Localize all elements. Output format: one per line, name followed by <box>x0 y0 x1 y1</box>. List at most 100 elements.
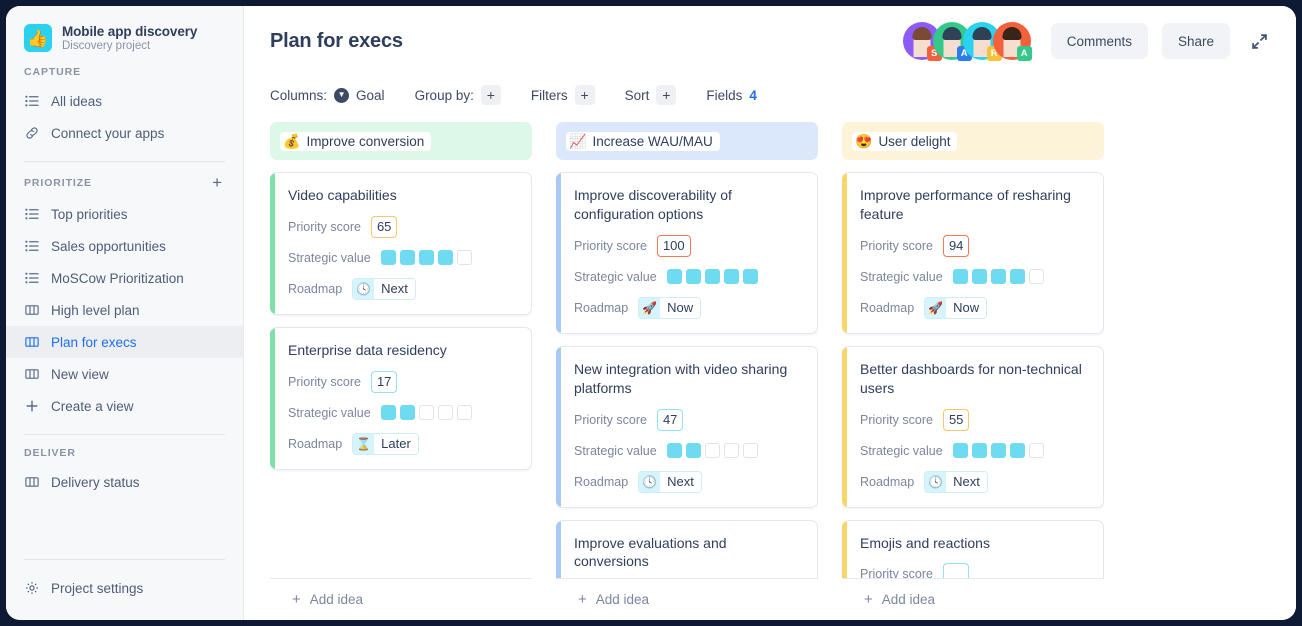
strategic-value-box[interactable] <box>1029 269 1044 284</box>
strategic-value-boxes[interactable] <box>381 250 472 265</box>
strategic-value-box[interactable] <box>686 269 701 284</box>
strategic-value-boxes[interactable] <box>381 405 472 420</box>
strategic-value-box[interactable] <box>457 250 472 265</box>
comments-button[interactable]: Comments <box>1051 23 1148 59</box>
thumbs-up-icon: 👍 <box>24 24 52 52</box>
priority-score-label: Priority score <box>860 413 933 427</box>
sidebar-item-project-settings[interactable]: Project settings <box>6 572 243 604</box>
fields-count: 4 <box>749 88 757 103</box>
sidebar-item-connect-your-apps[interactable]: Connect your apps <box>6 117 243 149</box>
plus-icon: + <box>292 592 301 607</box>
board-icon <box>24 335 39 349</box>
roadmap-chip[interactable]: 🚀Now <box>924 297 987 319</box>
strategic-value-box[interactable] <box>400 405 415 420</box>
priority-score-value[interactable]: 100 <box>657 235 691 257</box>
priority-score-value[interactable]: 65 <box>371 216 397 238</box>
priority-score-value[interactable]: 17 <box>371 371 397 393</box>
strategic-value-box[interactable] <box>991 443 1006 458</box>
idea-card[interactable]: Better dashboards for non-technical user… <box>842 346 1104 508</box>
strategic-value-box[interactable] <box>438 250 453 265</box>
idea-card[interactable]: Video capabilitiesPriority score65Strate… <box>270 172 532 315</box>
strategic-value-box[interactable] <box>381 250 396 265</box>
sidebar-item-delivery-status[interactable]: Delivery status <box>6 466 243 498</box>
avatar[interactable]: A <box>993 22 1031 60</box>
strategic-value-box[interactable] <box>457 405 472 420</box>
sidebar-item-sales-opportunities[interactable]: Sales opportunities <box>6 230 243 262</box>
sidebar-item-top-priorities[interactable]: Top priorities <box>6 198 243 230</box>
sidebar-item-new-view[interactable]: New view <box>6 358 243 390</box>
strategic-value-box[interactable] <box>991 269 1006 284</box>
column-header[interactable]: 😍User delight <box>842 122 1104 160</box>
sort-control[interactable]: Sort + <box>625 85 677 105</box>
strategic-value-box[interactable] <box>381 405 396 420</box>
strategic-value-box[interactable] <box>743 443 758 458</box>
strategic-value-boxes[interactable] <box>667 443 758 458</box>
add-idea-button[interactable]: +Add idea <box>270 578 532 620</box>
strategic-value-box[interactable] <box>667 443 682 458</box>
priority-score-value[interactable]: 47 <box>657 409 683 431</box>
project-header[interactable]: 👍 Mobile app discovery Discovery project <box>6 20 243 66</box>
kanban-board: 💰Improve conversion Video capabilitiesPri… <box>244 114 1296 620</box>
strategic-value-boxes[interactable] <box>953 269 1044 284</box>
strategic-value-label: Strategic value <box>860 270 943 284</box>
priority-score-value[interactable]: 55 <box>943 409 969 431</box>
strategic-value-box[interactable] <box>1010 269 1025 284</box>
sidebar-item-moscow-prioritization[interactable]: MoSCow Prioritization <box>6 262 243 294</box>
strategic-value-box[interactable] <box>438 405 453 420</box>
add-view-icon[interactable]: + <box>212 174 225 191</box>
column-header[interactable]: 💰Improve conversion <box>270 122 532 160</box>
priority-score-value[interactable]: 94 <box>943 235 969 257</box>
priority-score-row: Priority score94 <box>860 235 1089 257</box>
collaborator-avatars[interactable]: SARA <box>903 22 1031 60</box>
strategic-value-boxes[interactable] <box>953 443 1044 458</box>
strategic-value-box[interactable] <box>743 269 758 284</box>
roadmap-value: Later <box>374 434 418 454</box>
strategic-value-box[interactable] <box>705 269 720 284</box>
strategic-value-box[interactable] <box>724 443 739 458</box>
strategic-value-boxes[interactable] <box>667 269 758 284</box>
strategic-value-box[interactable] <box>667 269 682 284</box>
add-idea-button[interactable]: +Add idea <box>842 578 1104 620</box>
sidebar-item-create-a-view[interactable]: Create a view <box>6 390 243 422</box>
roadmap-value: Next <box>374 279 415 299</box>
roadmap-chip[interactable]: 🕓Next <box>352 278 416 300</box>
strategic-value-box[interactable] <box>1029 443 1044 458</box>
idea-card[interactable]: Improve performance of resharing feature… <box>842 172 1104 334</box>
sidebar-item-all-ideas[interactable]: All ideas <box>6 85 243 117</box>
share-button[interactable]: Share <box>1162 23 1230 59</box>
strategic-value-box[interactable] <box>705 443 720 458</box>
idea-card[interactable]: Improve discoverability of configuration… <box>556 172 818 334</box>
roadmap-chip[interactable]: 🕓Next <box>638 471 702 493</box>
filters-control[interactable]: Filters + <box>531 85 595 105</box>
strategic-value-box[interactable] <box>953 443 968 458</box>
roadmap-chip[interactable]: ⌛Later <box>352 433 419 455</box>
column-header[interactable]: 📈Increase WAU/MAU <box>556 122 818 160</box>
roadmap-chip[interactable]: 🚀Now <box>638 297 701 319</box>
fields-control[interactable]: Fields 4 <box>706 88 757 103</box>
add-idea-button[interactable]: +Add idea <box>556 578 818 620</box>
sidebar-item-high-level-plan[interactable]: High level plan <box>6 294 243 326</box>
group-by-control[interactable]: Group by: + <box>415 85 501 105</box>
sidebar-item-plan-for-execs[interactable]: Plan for execs <box>6 326 243 358</box>
strategic-value-box[interactable] <box>1010 443 1025 458</box>
strategic-value-box[interactable] <box>972 269 987 284</box>
roadmap-value: Next <box>946 472 987 492</box>
sort-add-icon[interactable]: + <box>656 85 676 105</box>
idea-card[interactable]: Enterprise data residencyPriority score1… <box>270 327 532 470</box>
filters-add-icon[interactable]: + <box>575 85 595 105</box>
strategic-value-box[interactable] <box>953 269 968 284</box>
roadmap-chip[interactable]: 🕓Next <box>924 471 988 493</box>
group-by-add-icon[interactable]: + <box>481 85 501 105</box>
idea-card[interactable]: Emojis and reactionsPriority score <box>842 520 1104 578</box>
priority-score-value[interactable] <box>943 563 969 578</box>
idea-card[interactable]: New integration with video sharing platf… <box>556 346 818 508</box>
strategic-value-box[interactable] <box>724 269 739 284</box>
strategic-value-box[interactable] <box>419 250 434 265</box>
strategic-value-box[interactable] <box>686 443 701 458</box>
idea-card[interactable]: Improve evaluations and conversionsPrior… <box>556 520 818 578</box>
expand-icon[interactable] <box>1244 26 1274 56</box>
strategic-value-box[interactable] <box>419 405 434 420</box>
columns-control[interactable]: Columns: ▼ Goal <box>270 88 385 103</box>
strategic-value-box[interactable] <box>972 443 987 458</box>
strategic-value-box[interactable] <box>400 250 415 265</box>
